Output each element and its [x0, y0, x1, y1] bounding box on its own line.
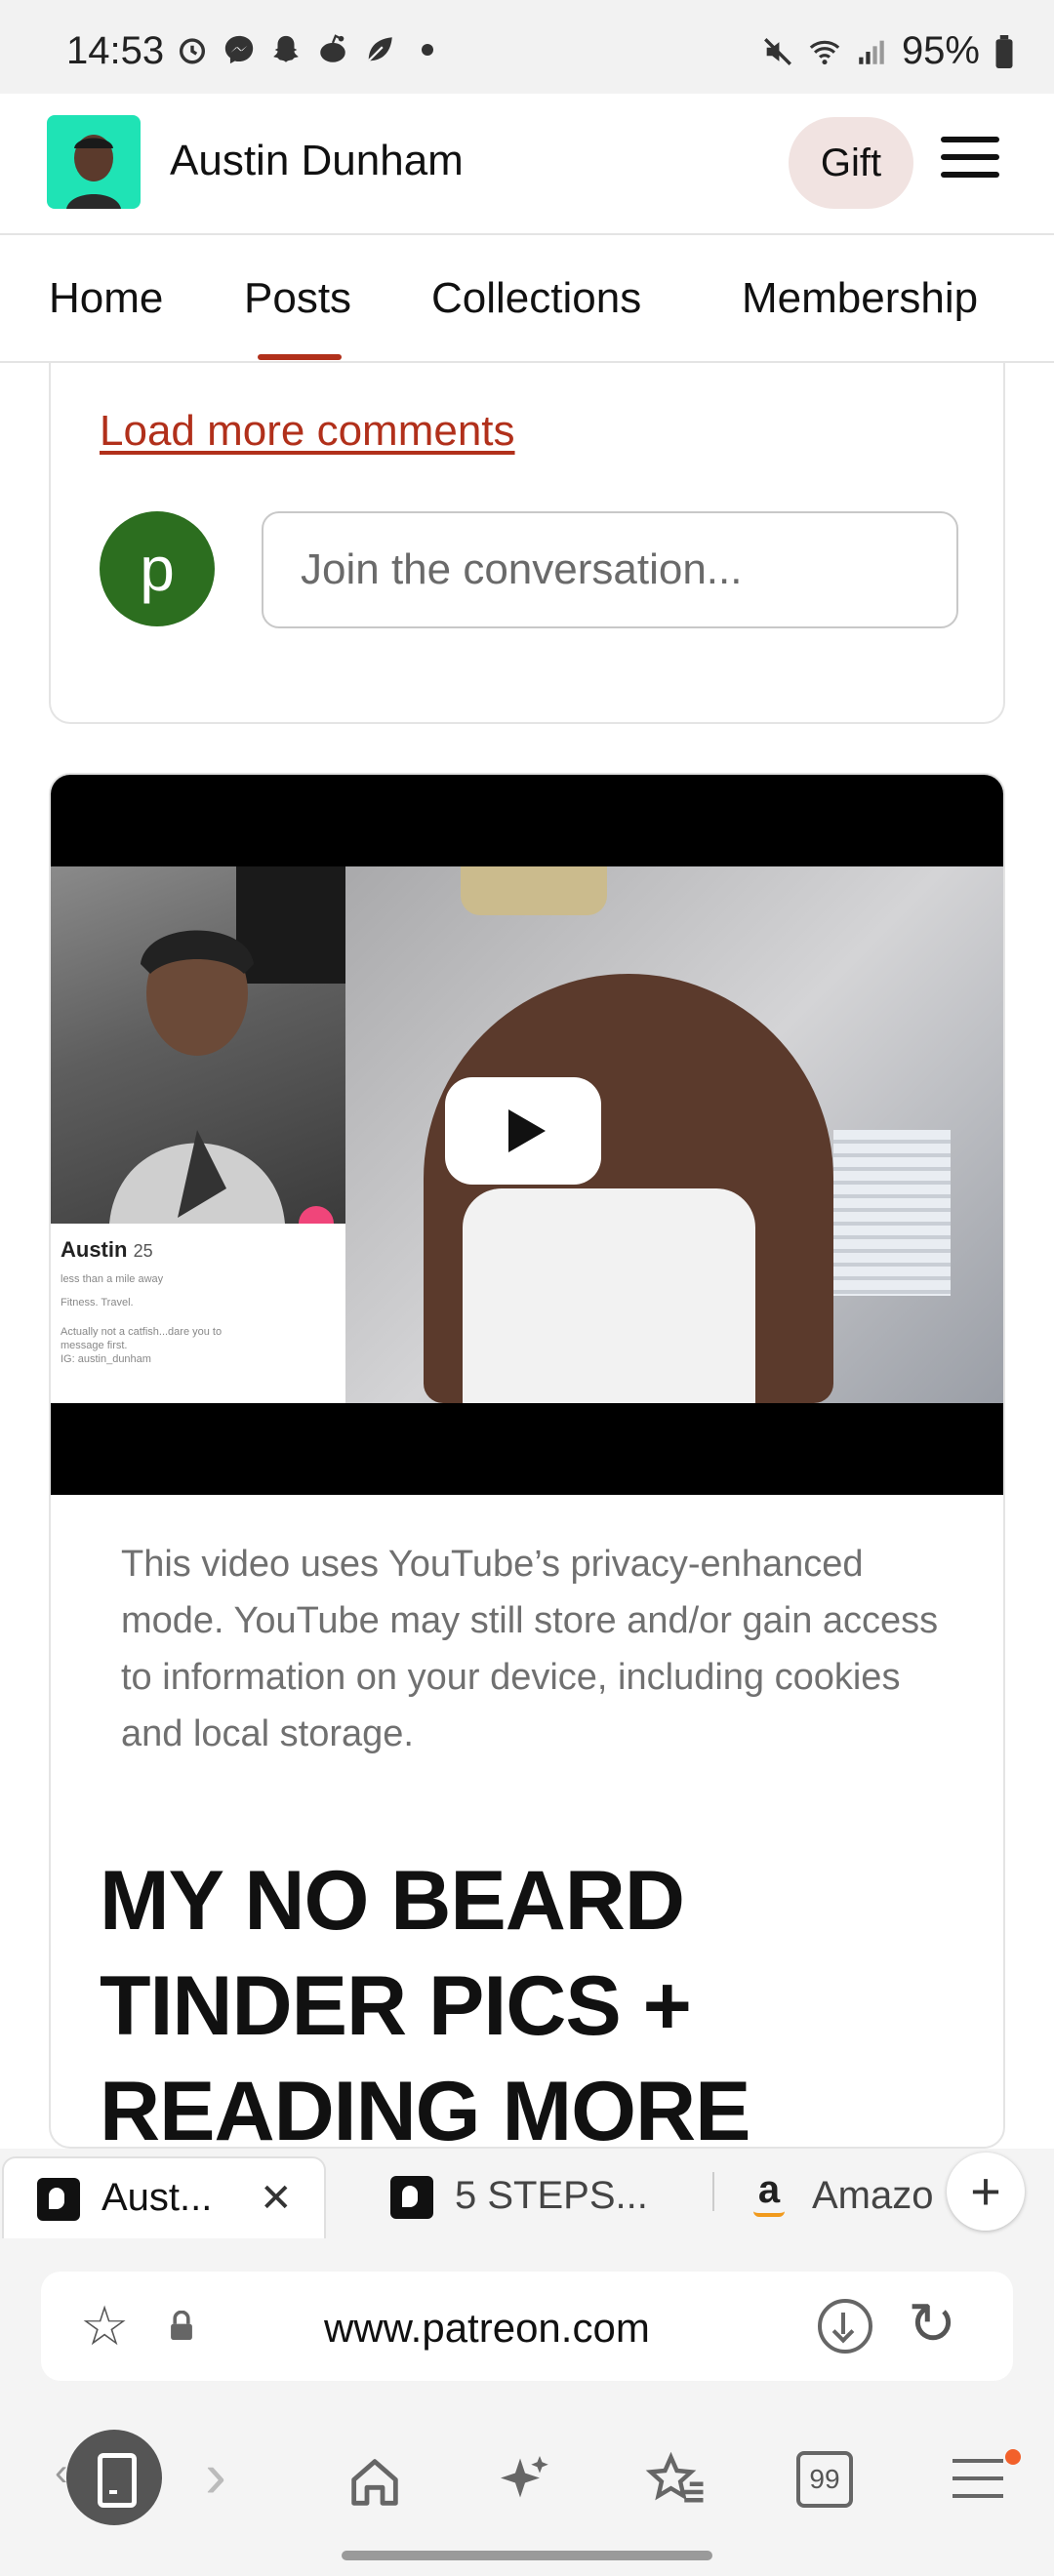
browser-bottom-nav: ‹ › 99: [0, 2412, 1054, 2576]
tab-membership[interactable]: Membership: [742, 274, 978, 323]
creator-name[interactable]: Austin Dunham: [170, 137, 464, 185]
active-tab-indicator: [258, 354, 342, 360]
new-tab-plus-icon[interactable]: +: [947, 2153, 1025, 2231]
profile-name: Austin: [61, 1237, 128, 1262]
comments-section: Load more comments p Join the conversati…: [49, 363, 1005, 724]
bookmarks-icon[interactable]: [644, 2449, 709, 2514]
creator-portrait-icon: [66, 135, 121, 209]
browser-tab-label: Amazo: [812, 2174, 934, 2217]
lamp: [461, 866, 607, 915]
forward-arrow-icon[interactable]: ›: [205, 2437, 226, 2512]
profile-bio-2: message first.: [61, 1340, 128, 1351]
post-card: Austin 25 less than a mile away Fitness.…: [49, 773, 1005, 2149]
close-tab-icon[interactable]: ✕: [260, 2176, 293, 2221]
menu-notification-dot: [1005, 2449, 1021, 2465]
system-status: 95%: [761, 29, 1015, 73]
more-notifications-dot: [422, 44, 433, 56]
profile-distance: less than a mile away: [61, 1273, 164, 1285]
battery-icon: [995, 34, 1013, 68]
amazon-favicon-icon: a: [757, 2168, 781, 2211]
home-icon[interactable]: [344, 2451, 406, 2514]
leaf-icon: [367, 37, 392, 62]
user-avatar: p: [100, 511, 215, 626]
lock-icon: [171, 2311, 192, 2340]
tab-posts[interactable]: Posts: [244, 274, 351, 323]
sparkle-ai-icon[interactable]: [496, 2451, 554, 2510]
patreon-favicon-icon: [390, 2176, 433, 2219]
profile-age: 25: [133, 1241, 153, 1261]
messenger-icon: [224, 35, 254, 64]
address-bar[interactable]: ☆ www.patreon.com ↻: [41, 2272, 1013, 2381]
tab-switcher-icon[interactable]: [66, 2430, 162, 2525]
window-blinds: [833, 1130, 951, 1296]
video-player[interactable]: Austin 25 less than a mile away Fitness.…: [51, 775, 1003, 1495]
browser-tab-label: Aust...: [101, 2176, 213, 2219]
status-bar: 14:53 95%: [0, 0, 1054, 94]
alarm-icon: [179, 38, 206, 64]
hamburger-menu-icon[interactable]: [941, 137, 999, 189]
creator-header: Austin Dunham Gift: [0, 94, 1054, 235]
notification-icons: [176, 33, 433, 66]
battery-percent: 95%: [901, 29, 980, 72]
url-text[interactable]: www.patreon.com: [324, 2305, 650, 2352]
amazon-smile: [753, 2211, 785, 2217]
creator-tabs: Home Posts Collections Membership: [0, 235, 1054, 363]
post-title[interactable]: MY NO BEARD TINDER PICS + READING MORE: [100, 1848, 978, 2147]
patreon-favicon-icon: [37, 2178, 80, 2221]
tab-separator: [712, 2172, 714, 2211]
download-icon[interactable]: [818, 2299, 872, 2354]
tabs-count-icon[interactable]: 99: [796, 2451, 853, 2508]
tabs-fade: [986, 235, 1054, 361]
profile-interests: Fitness. Travel.: [61, 1297, 134, 1308]
browser-menu-icon[interactable]: [953, 2459, 1003, 2512]
profile-info: Austin 25 less than a mile away Fitness.…: [51, 1224, 345, 1403]
bookmark-star-icon[interactable]: ☆: [80, 2299, 129, 2354]
comment-input[interactable]: Join the conversation...: [262, 511, 958, 628]
presenter-shirt: [463, 1188, 755, 1403]
browser-tab-strip: Aust... ✕ 5 STEPS... a Amazo +: [0, 2149, 1054, 2238]
browser-tab-active[interactable]: Aust... ✕: [2, 2156, 326, 2238]
tab-home[interactable]: Home: [49, 274, 163, 323]
dating-profile-screenshot: Austin 25 less than a mile away Fitness.…: [51, 866, 345, 1403]
signal-icon: [859, 40, 884, 64]
creator-avatar[interactable]: [47, 115, 141, 209]
wifi-icon: [809, 40, 840, 64]
profile-bio-1: Actually not a catfish...dare you to: [61, 1326, 223, 1338]
address-area: ☆ www.patreon.com ↻: [0, 2238, 1054, 2412]
reddit-icon: [320, 34, 345, 62]
reload-icon[interactable]: ↻: [908, 2295, 956, 2354]
gift-button[interactable]: Gift: [789, 117, 913, 209]
tab-collections[interactable]: Collections: [431, 274, 641, 323]
mute-icon: [763, 37, 791, 65]
browser-tab-label: 5 STEPS...: [455, 2174, 648, 2217]
load-more-comments-link[interactable]: Load more comments: [100, 407, 515, 456]
profile-photo: [51, 866, 345, 1224]
play-button-icon[interactable]: [445, 1077, 601, 1185]
profile-bio-3: IG: austin_dunham: [61, 1353, 151, 1365]
privacy-notice: This video uses YouTube’s privacy-enhanc…: [121, 1544, 939, 1754]
snapchat-icon: [273, 35, 299, 62]
status-time: 14:53: [66, 29, 165, 72]
home-indicator: [342, 2551, 712, 2560]
